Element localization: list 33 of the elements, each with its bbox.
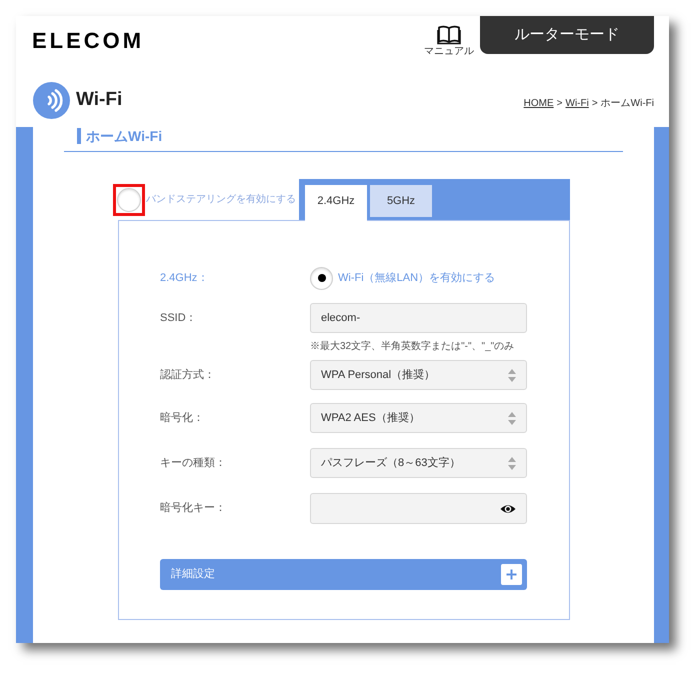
radio-button[interactable] [310, 266, 333, 290]
select-field[interactable]: パスフレーズ（8～63文字） [310, 448, 527, 478]
field-label: 暗号化： [160, 410, 205, 426]
up-down-arrows-icon [508, 412, 516, 424]
router-mode-button[interactable]: ルーターモード [480, 16, 654, 54]
breadcrumb-link[interactable]: HOME [524, 96, 554, 111]
tab[interactable]: 5GHz [370, 185, 432, 217]
checkbox-label: バンドステアリングを有効にする [146, 192, 296, 207]
hint-text: ※最大32文字、半角英数字または"-"、"_"のみ [310, 340, 514, 353]
ssid-field[interactable]: elecom- [310, 303, 527, 333]
breadcrumb-separator: > [592, 97, 598, 111]
breadcrumb-link[interactable]: Wi-Fi [566, 96, 589, 111]
field-label: 2.4GHz： [160, 270, 210, 286]
select-field[interactable]: WPA2 AES（推奨） [310, 403, 527, 433]
breadcrumb-separator: > [556, 97, 562, 111]
up-down-arrows-icon [508, 368, 516, 382]
password-field[interactable] [310, 493, 527, 524]
section-title: ホームWi-Fi [77, 128, 162, 144]
field-label: 認証方式： [160, 368, 216, 383]
page-title: Wi-Fi [76, 88, 122, 112]
field-label: SSID： [160, 310, 198, 326]
field-label: キーの種類： [160, 456, 227, 471]
manual-link[interactable]: マニュアル [423, 24, 475, 58]
tab[interactable]: 2.4GHz [305, 185, 367, 221]
breadcrumb-current: ホームWi-Fi [600, 97, 654, 111]
logo: ELECOM [32, 30, 144, 52]
radio-label: Wi-Fi（無線LAN）を有効にする [338, 270, 496, 286]
up-down-arrows-icon [508, 456, 516, 470]
book-icon [437, 24, 461, 45]
field-label: 暗号化キー： [160, 500, 227, 516]
select-field[interactable]: WPA Personal（推奨） [310, 360, 527, 390]
eye-icon[interactable] [500, 504, 516, 514]
wifi-icon [33, 82, 70, 119]
